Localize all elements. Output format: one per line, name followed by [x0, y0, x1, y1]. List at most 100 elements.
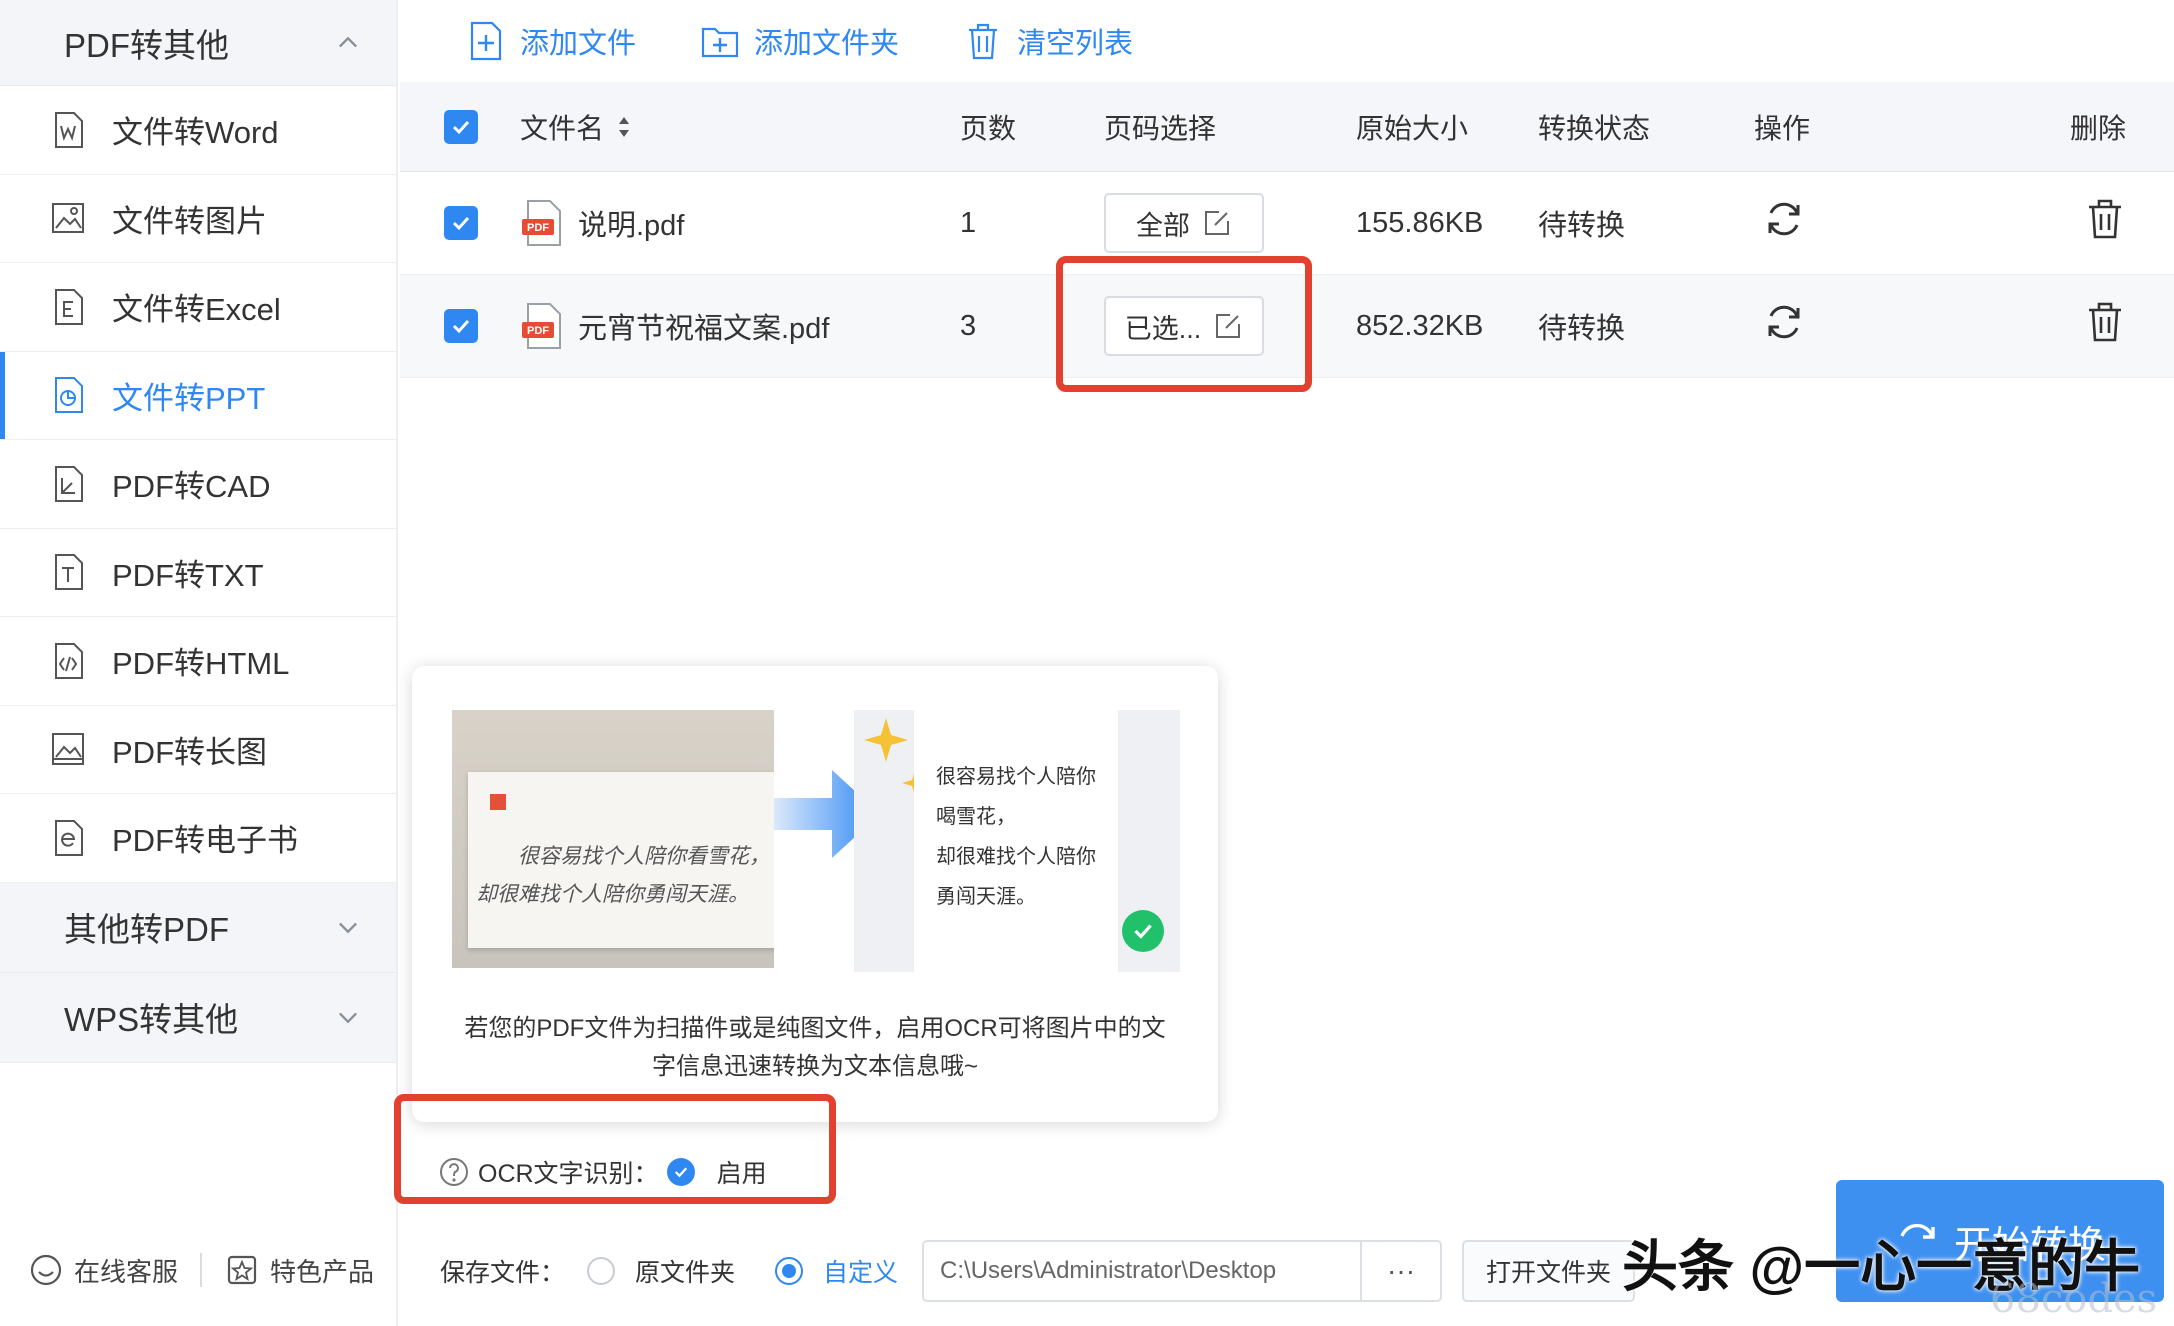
custom-folder-label[interactable]: 自定义: [823, 1253, 898, 1289]
chevron-up-icon: [339, 36, 357, 47]
scan-sample-image: 很容易找个人陪你看雪花， 却很难找个人陪你勇闯天涯。: [452, 710, 774, 968]
sidebar-item-label: PDF转TXT: [112, 557, 264, 593]
excel-file-icon: [55, 288, 83, 325]
sidebar: PDF转其他 文件转Word 文件转图片 文件转Excel 文件转PPT PDF…: [0, 0, 398, 1326]
sidebar-item-ebook[interactable]: PDF转电子书: [0, 794, 396, 883]
trash-icon[interactable]: [2084, 300, 2126, 344]
select-all-checkbox[interactable]: [444, 109, 478, 144]
sidebar-item-label: 文件转Excel: [112, 292, 281, 328]
save-location-row: 保存文件： 原文件夹 自定义 ··· 打开文件夹: [440, 1238, 1636, 1304]
radio-original-folder[interactable]: [587, 1257, 616, 1285]
footer-divider: [200, 1253, 203, 1287]
online-service-link[interactable]: 在线客服: [28, 1252, 178, 1289]
group-label: WPS转其他: [64, 1001, 239, 1038]
sidebar-item-long-image[interactable]: PDF转长图: [0, 706, 396, 794]
sidebar-item-label: PDF转CAD: [112, 469, 271, 505]
ocr-text-line: 勇闯天涯。: [936, 886, 1036, 908]
check-icon: [452, 120, 470, 134]
row-checkbox[interactable]: [444, 206, 478, 240]
txt-file-icon: [55, 554, 83, 591]
add-folder-icon: [701, 27, 739, 58]
success-check-icon: [1122, 910, 1164, 952]
file-name: 说明.pdf: [578, 210, 685, 242]
row-checkbox[interactable]: [444, 309, 478, 343]
refresh-icon[interactable]: [1762, 197, 1806, 241]
check-icon: [452, 216, 470, 231]
header-status: 转换状态: [1538, 112, 1651, 144]
sidebar-item-label: PDF转长图: [112, 734, 267, 770]
sidebar-item-word[interactable]: 文件转Word: [0, 86, 396, 175]
word-file-icon: [55, 111, 83, 148]
edit-icon: [1205, 211, 1229, 235]
sidebar-item-cad[interactable]: PDF转CAD: [0, 440, 396, 529]
svg-text:PDF: PDF: [527, 325, 549, 337]
sort-icon: [619, 116, 630, 137]
clear-list-button[interactable]: 清空列表: [963, 20, 1133, 62]
chevron-down-icon: [339, 1012, 357, 1024]
ocr-result-image: 很容易找个人陪你 喝雪花， 却很难找个人陪你 勇闯天涯。: [854, 710, 1180, 972]
add-file-button[interactable]: 添加文件: [466, 20, 636, 62]
convert-status: 待转换: [1538, 210, 1626, 242]
group-wps-to-other[interactable]: WPS转其他: [0, 972, 396, 1063]
original-folder-label[interactable]: 原文件夹: [635, 1253, 735, 1289]
header-range: 页码选择: [1104, 112, 1217, 144]
sidebar-item-excel[interactable]: 文件转Excel: [0, 263, 396, 352]
sidebar-item-html[interactable]: PDF转HTML: [0, 617, 396, 706]
page-range-button[interactable]: 全部: [1104, 193, 1264, 253]
chat-bubble-icon: [30, 1254, 62, 1286]
sidebar-item-image[interactable]: 文件转图片: [0, 175, 396, 263]
handwriting-line: 却很难找个人陪你勇闯天涯。: [476, 882, 749, 906]
page-count: 1: [960, 206, 977, 239]
sidebar-item-label: 文件转Word: [112, 115, 279, 151]
chevron-down-icon: [339, 922, 357, 934]
sidebar-item-label: 文件转图片: [112, 203, 267, 239]
highlight-ocr-option: [394, 1094, 836, 1204]
ocr-tooltip: 很容易找个人陪你看雪花， 却很难找个人陪你勇闯天涯。 很容易找个人陪你 喝雪花，…: [412, 666, 1218, 1122]
refresh-icon[interactable]: [1762, 300, 1806, 344]
online-service-label: 在线客服: [74, 1256, 179, 1287]
sidebar-footer: 在线客服 特色产品: [0, 1214, 396, 1326]
group-pdf-to-other[interactable]: PDF转其他: [0, 0, 396, 86]
file-name: 元宵节祝福文案.pdf: [578, 313, 830, 345]
radio-custom-folder[interactable]: [775, 1257, 804, 1285]
header-op: 操作: [1754, 112, 1811, 144]
save-path-input[interactable]: [922, 1240, 1363, 1302]
star-badge-icon: [227, 1255, 257, 1285]
group-other-to-pdf[interactable]: 其他转PDF: [0, 882, 396, 973]
ocr-text-line: 喝雪花，: [936, 806, 1016, 828]
trash-icon[interactable]: [2084, 197, 2126, 241]
image-file-icon: [52, 203, 84, 234]
save-label: 保存文件：: [440, 1259, 566, 1287]
group-label: 其他转PDF: [64, 911, 229, 948]
add-file-icon: [470, 21, 502, 61]
cad-file-icon: [55, 465, 83, 502]
header-size: 原始大小: [1356, 112, 1469, 144]
pdf-file-icon: PDF: [522, 200, 561, 246]
sidebar-item-ppt[interactable]: 文件转PPT: [0, 351, 396, 440]
ebook-file-icon: [55, 819, 83, 856]
trash-icon: [969, 23, 998, 60]
toolbar: 添加文件 添加文件夹 清空列表: [400, 0, 2174, 82]
table-header: 文件名 页数 页码选择 原始大小 转换状态 操作 删除: [400, 82, 2174, 172]
sidebar-item-txt[interactable]: PDF转TXT: [0, 529, 396, 617]
convert-status: 待转换: [1538, 313, 1626, 345]
header-delete: 删除: [2069, 112, 2126, 144]
featured-products-label: 特色产品: [270, 1256, 375, 1287]
pdf-file-icon: PDF: [522, 303, 561, 349]
open-folder-button[interactable]: 打开文件夹: [1462, 1240, 1636, 1302]
clear-list-label: 清空列表: [1017, 28, 1134, 60]
browse-button[interactable]: ···: [1362, 1240, 1443, 1302]
faint-watermark: 68codes: [1990, 1276, 2158, 1322]
long-image-icon: [52, 733, 84, 766]
ocr-description: 若您的PDF文件为扫描件或是纯图文件，启用OCR可将图片中的文 字信息迅速转换为…: [464, 1015, 1166, 1080]
header-name[interactable]: 文件名: [520, 107, 960, 147]
handwriting-line: 很容易找个人陪你看雪花，: [518, 844, 770, 868]
group-label: PDF转其他: [64, 26, 229, 64]
sidebar-item-label: 文件转PPT: [112, 380, 266, 416]
header-pages: 页数: [960, 112, 1017, 144]
featured-products-link[interactable]: 特色产品: [224, 1252, 374, 1289]
highlight-page-range: [1056, 256, 1312, 392]
svg-text:PDF: PDF: [527, 222, 549, 234]
sidebar-item-label: PDF转电子书: [112, 823, 298, 859]
add-folder-button[interactable]: 添加文件夹: [700, 20, 899, 62]
